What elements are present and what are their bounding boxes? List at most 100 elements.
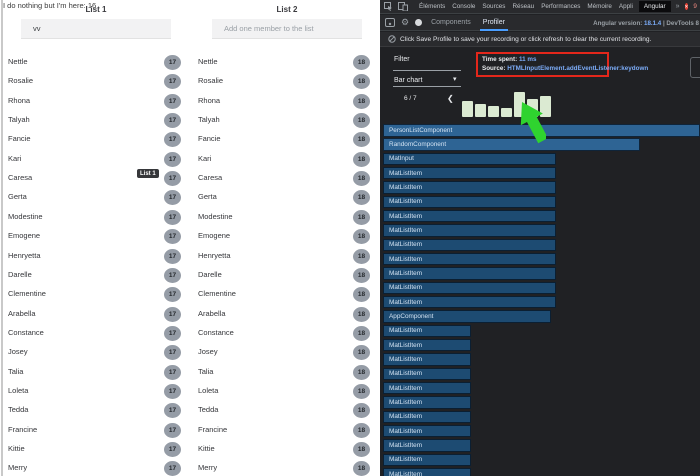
list-item[interactable]: Gerta18 xyxy=(194,188,376,207)
list-item[interactable]: Rhona18 xyxy=(194,92,376,111)
flame-bar[interactable]: MatListItem xyxy=(383,454,471,467)
flame-bar[interactable]: MatListItem xyxy=(383,210,556,223)
list-item[interactable]: Constance18 xyxy=(194,324,376,343)
list-item[interactable]: Nettle18 xyxy=(194,53,376,72)
list-item[interactable]: Loleta17 xyxy=(4,382,186,401)
list-item[interactable]: Kittie17 xyxy=(4,440,186,459)
flame-bar[interactable]: MatListItem xyxy=(383,282,556,295)
error-badge-icon[interactable]: ✕ xyxy=(685,3,689,10)
list-item[interactable]: Kari18 xyxy=(194,150,376,169)
list-item[interactable]: Fancie17 xyxy=(4,130,186,149)
list-item[interactable]: Emogene18 xyxy=(194,227,376,246)
list-item[interactable]: Rhona17 xyxy=(4,92,186,111)
flame-bar[interactable]: MatListItem xyxy=(383,325,471,338)
member-name: Talyah xyxy=(198,115,220,124)
list-item[interactable]: Kittie18 xyxy=(194,440,376,459)
list-item[interactable]: Nettle17 xyxy=(4,53,186,72)
list-item[interactable]: Caresa18 xyxy=(194,169,376,188)
angular-version-value: 18.1.4 xyxy=(644,20,661,27)
tab-3[interactable]: Réseau xyxy=(511,3,535,10)
list-item[interactable]: Francine18 xyxy=(194,421,376,440)
flame-bar[interactable]: MatListItem xyxy=(383,224,556,237)
tab-5[interactable]: Mémoire xyxy=(586,3,613,10)
flame-bar[interactable]: MatListItem xyxy=(383,468,471,476)
list-item[interactable]: Talia18 xyxy=(194,363,376,382)
list-item[interactable]: Arabella18 xyxy=(194,305,376,324)
tab-profiler[interactable]: Profiler xyxy=(480,19,508,31)
list-item[interactable]: Constance17 xyxy=(4,324,186,343)
source-link[interactable]: HTMLInputElement.addEventListener:keydow… xyxy=(507,65,648,72)
list2-add-input[interactable] xyxy=(212,19,362,39)
list-item[interactable]: Talyah18 xyxy=(194,111,376,130)
device-toolbar-icon[interactable] xyxy=(398,2,408,11)
list-item[interactable]: Henryetta18 xyxy=(194,247,376,266)
flame-bar[interactable]: MatListItem xyxy=(383,353,471,366)
chart-type-select[interactable]: Bar chart xyxy=(394,77,422,84)
list-item[interactable]: Rosalie17 xyxy=(4,72,186,91)
list-item[interactable]: Loleta18 xyxy=(194,382,376,401)
list-item[interactable]: Gerta17 xyxy=(4,188,186,207)
list-item[interactable]: Clementine17 xyxy=(4,285,186,304)
flame-bar[interactable]: MatListItem xyxy=(383,267,556,280)
tab-overflow-chevron[interactable]: » xyxy=(676,3,680,10)
drag-tooltip: List 1 xyxy=(137,169,159,178)
list-item[interactable]: Emogene17 xyxy=(4,227,186,246)
flame-bar[interactable]: MatListItem xyxy=(383,181,556,194)
flame-bar[interactable]: MatListItem xyxy=(383,196,556,209)
flame-bar[interactable]: MatListItem xyxy=(383,368,471,381)
list-item[interactable]: Henryetta17 xyxy=(4,247,186,266)
list-item[interactable]: Fancie18 xyxy=(194,130,376,149)
flame-bar[interactable]: MatListItem xyxy=(383,167,556,180)
tab-4[interactable]: Performances xyxy=(540,3,581,10)
flame-bar[interactable]: MatListItem xyxy=(383,382,471,395)
angular-version-label: Angular version: 18.1.4 | DevTools 8 xyxy=(593,20,699,27)
inspect-element-icon[interactable] xyxy=(384,2,393,11)
flame-bar[interactable]: MatListItem xyxy=(383,411,471,424)
histogram-bar-2[interactable] xyxy=(488,106,499,117)
tab-0[interactable]: Éléments xyxy=(418,3,446,10)
tab-2[interactable]: Sources xyxy=(481,3,506,10)
list1-add-input[interactable] xyxy=(21,19,171,39)
list-item[interactable]: Clementine18 xyxy=(194,285,376,304)
list-item[interactable]: Arabella17 xyxy=(4,305,186,324)
list-item[interactable]: Josey18 xyxy=(194,343,376,362)
list-item[interactable]: Merry18 xyxy=(194,459,376,476)
histogram-bar-1[interactable] xyxy=(475,104,486,117)
list-item[interactable]: Francine17 xyxy=(4,421,186,440)
flame-bar[interactable]: MatListItem xyxy=(383,296,556,309)
list-item[interactable]: Modestine17 xyxy=(4,208,186,227)
tab-6[interactable]: Appli xyxy=(618,3,634,10)
settings-gear-icon[interactable]: ⚙ xyxy=(401,18,409,27)
error-count: 9 xyxy=(693,3,697,10)
flame-bar[interactable]: MatListItem xyxy=(383,439,471,452)
tab-1[interactable]: Console xyxy=(451,3,476,10)
flame-bar[interactable]: MatListItem xyxy=(383,239,556,252)
flame-bar[interactable]: MatListItem xyxy=(383,425,471,438)
record-icon[interactable] xyxy=(415,19,422,26)
list-item[interactable]: Talyah17 xyxy=(4,111,186,130)
histogram-bar-0[interactable] xyxy=(462,101,473,117)
flame-bar[interactable]: AppComponent xyxy=(383,310,551,323)
list-item[interactable]: Tedda18 xyxy=(194,401,376,420)
flame-bar[interactable]: MatListItem xyxy=(383,253,556,266)
list-item[interactable]: Rosalie18 xyxy=(194,72,376,91)
list-item[interactable]: Merry17 xyxy=(4,459,186,476)
prev-frame-chevron-icon[interactable]: ❮ xyxy=(447,94,454,103)
chart-type-underline xyxy=(393,86,461,87)
list-item[interactable]: Darelle17 xyxy=(4,266,186,285)
right-edge-button[interactable] xyxy=(690,57,700,78)
list-item[interactable]: Talia17 xyxy=(4,363,186,382)
list-item[interactable]: Josey17 xyxy=(4,343,186,362)
list-item[interactable]: Caresa17 xyxy=(4,169,186,188)
list-item[interactable]: Tedda17 xyxy=(4,401,186,420)
flame-bar[interactable]: MatListItem xyxy=(383,396,471,409)
flame-bar[interactable]: MatListItem xyxy=(383,339,471,352)
tab-angular[interactable]: Angular xyxy=(639,1,671,12)
member-count-badge: 17 xyxy=(164,210,181,225)
list-item[interactable]: Modestine18 xyxy=(194,208,376,227)
list-item[interactable]: Kari17 xyxy=(4,150,186,169)
tab-components[interactable]: Components xyxy=(428,19,474,26)
list-item[interactable]: Darelle18 xyxy=(194,266,376,285)
screencast-icon[interactable] xyxy=(385,18,395,27)
filter-input[interactable] xyxy=(393,70,461,71)
